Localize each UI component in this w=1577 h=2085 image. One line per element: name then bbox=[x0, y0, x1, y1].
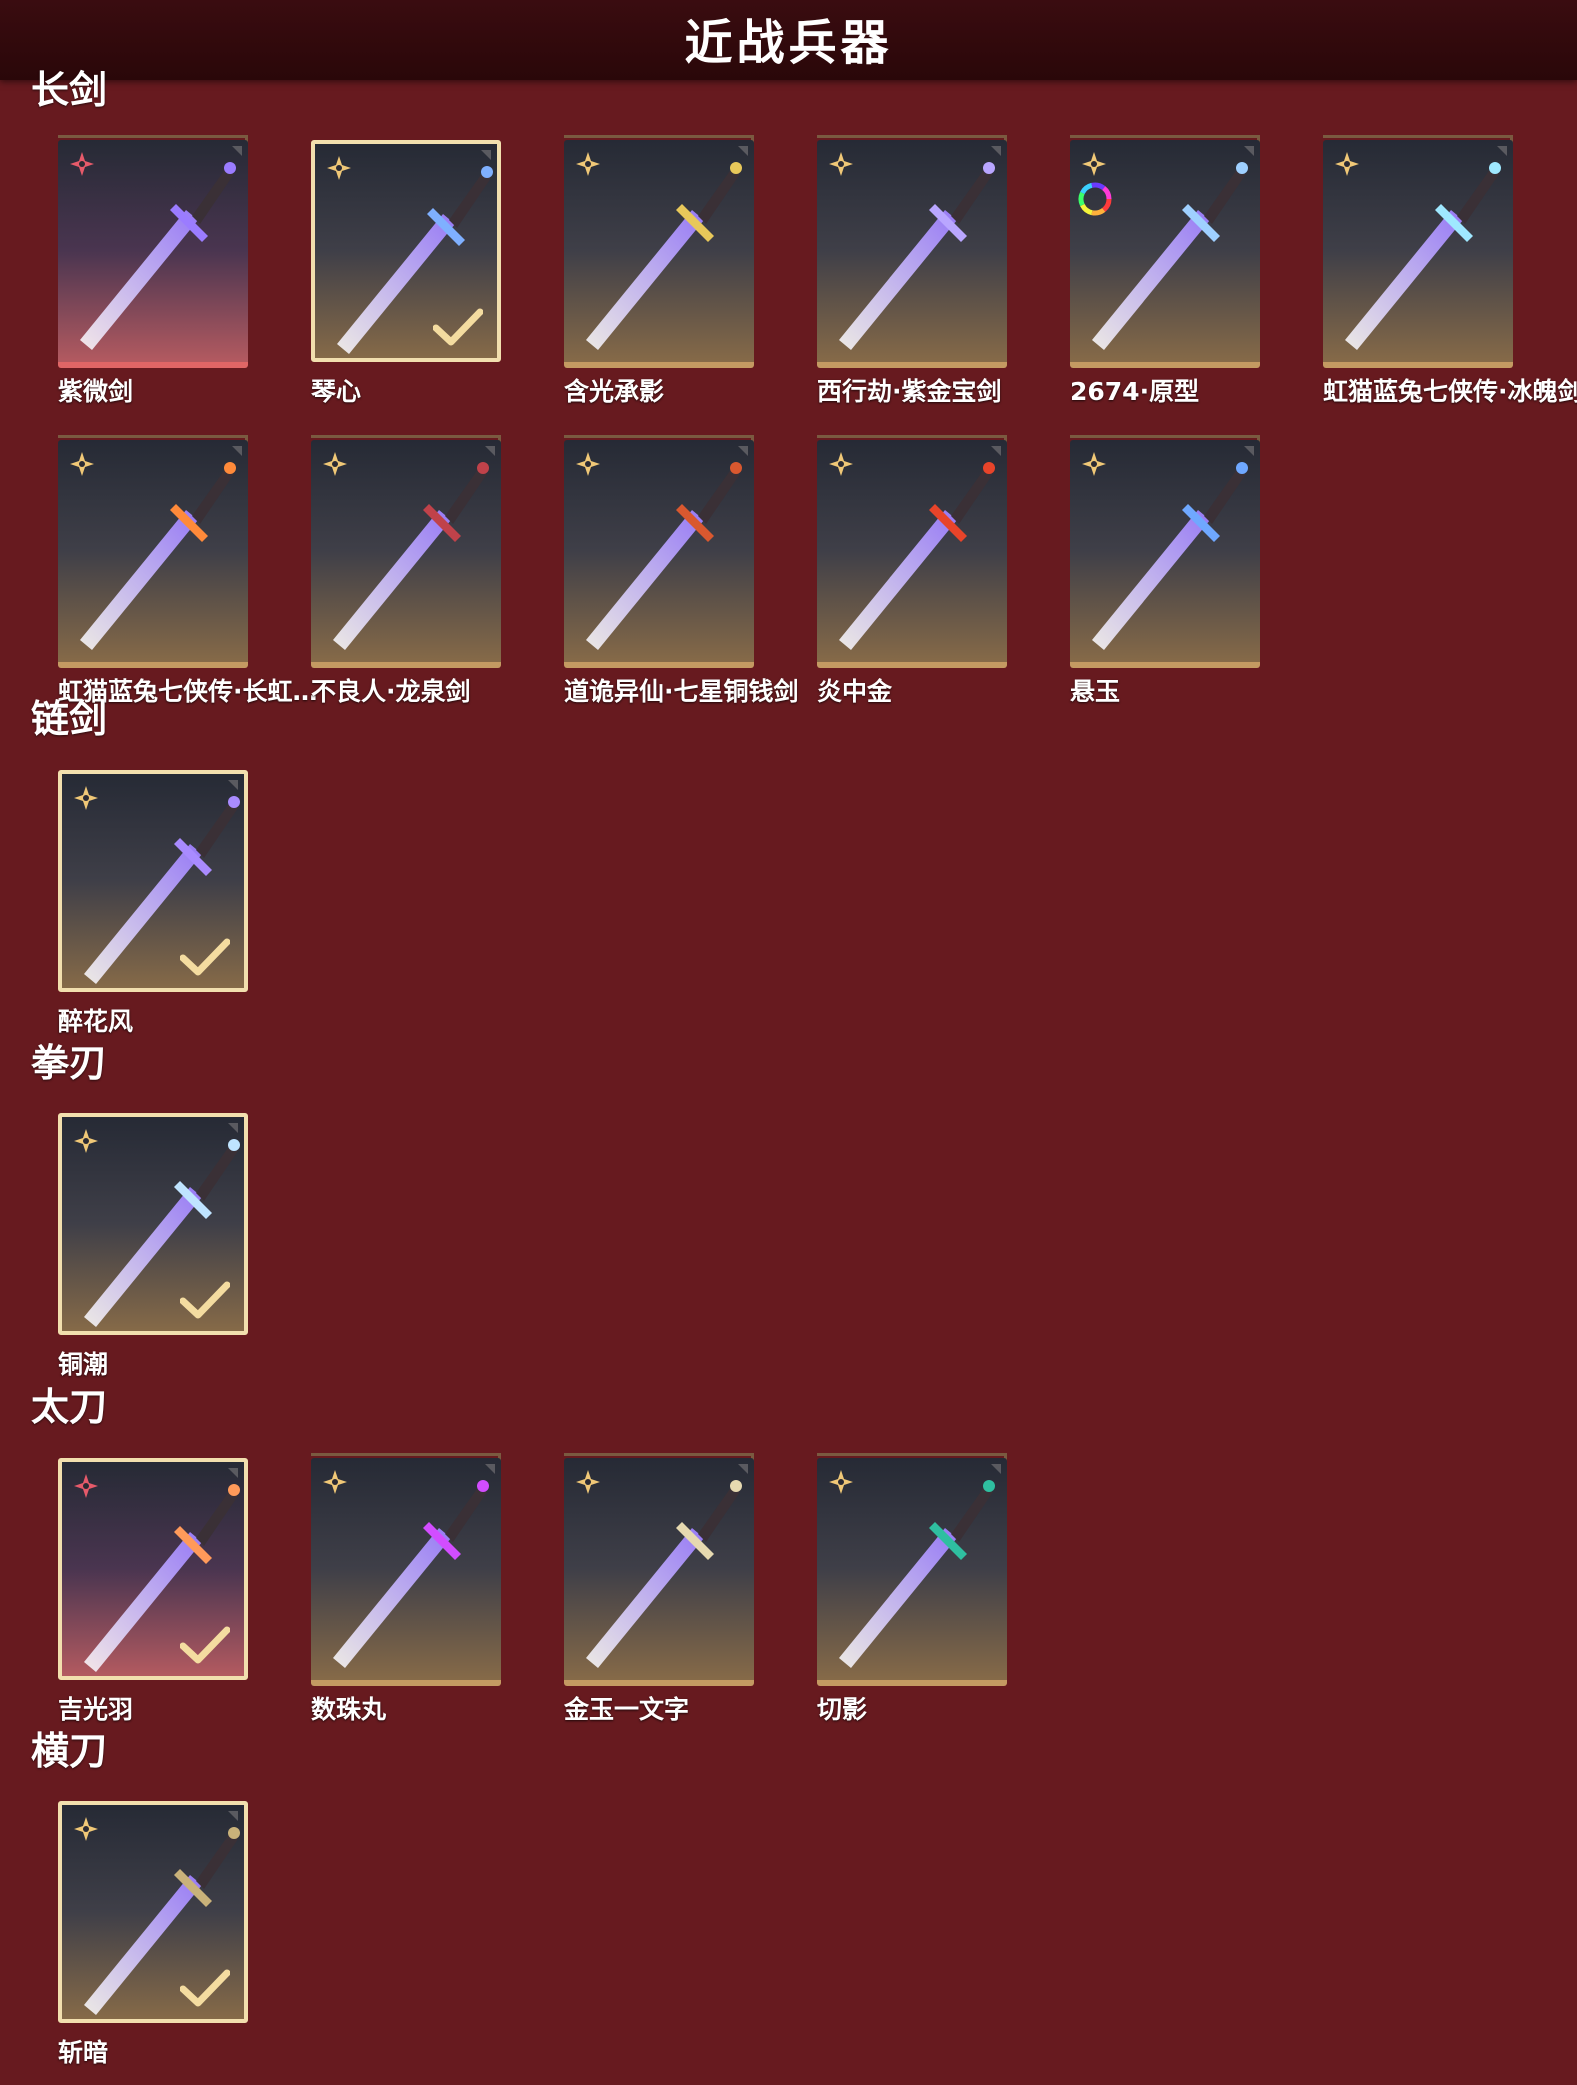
corner-marker-icon bbox=[228, 1811, 238, 1821]
gold-star-icon bbox=[72, 784, 100, 812]
corner-marker-icon bbox=[228, 1468, 238, 1478]
weapon-name: 含光承影 bbox=[564, 377, 665, 406]
weapon-name: 2674·原型 bbox=[1070, 377, 1200, 406]
weapon-name: 紫微剑 bbox=[58, 377, 134, 406]
section-title: 拳刃 bbox=[31, 1041, 108, 1085]
weapon-card[interactable]: 铜潮 bbox=[31, 1113, 248, 1379]
weapon-name: 虹猫蓝兔七侠传·冰魄剑 bbox=[1323, 377, 1577, 406]
weapon-thumbnail[interactable] bbox=[311, 440, 501, 668]
section-title: 链剑 bbox=[31, 697, 108, 741]
pink-star-icon bbox=[68, 150, 96, 178]
gold-star-icon bbox=[325, 154, 353, 182]
corner-marker-icon bbox=[991, 1464, 1001, 1474]
weapon-card[interactable]: 吉光羽 bbox=[31, 1458, 248, 1724]
equipped-check-icon bbox=[432, 308, 484, 346]
weapon-thumbnail[interactable] bbox=[58, 1458, 248, 1680]
weapon-name: 斩暗 bbox=[58, 2038, 109, 2067]
gold-star-icon bbox=[68, 450, 96, 478]
weapon-name: 数珠丸 bbox=[311, 1695, 387, 1724]
weapon-card[interactable]: 数珠丸 bbox=[284, 1453, 501, 1724]
gold-star-icon bbox=[827, 150, 855, 178]
weapon-card[interactable]: 金玉一文字 bbox=[537, 1453, 754, 1724]
section-title: 太刀 bbox=[31, 1385, 108, 1429]
weapon-thumbnail[interactable] bbox=[58, 440, 248, 668]
gold-star-icon bbox=[321, 450, 349, 478]
weapon-card[interactable]: 含光承影 bbox=[537, 135, 754, 406]
weapon-card[interactable]: 西行劫·紫金宝剑 bbox=[790, 135, 1007, 406]
weapon-thumbnail[interactable] bbox=[58, 140, 248, 368]
section-title: 长剑 bbox=[31, 68, 108, 112]
weapon-thumbnail[interactable] bbox=[58, 1801, 248, 2023]
weapon-thumbnail[interactable] bbox=[1070, 140, 1260, 368]
gold-star-icon bbox=[574, 1468, 602, 1496]
weapon-thumbnail[interactable] bbox=[564, 1458, 754, 1686]
pink-star-icon bbox=[72, 1472, 100, 1500]
weapon-name: 金玉一文字 bbox=[564, 1695, 690, 1724]
weapon-card[interactable]: 醉花风 bbox=[31, 770, 248, 1036]
weapon-card[interactable]: 琴心 bbox=[284, 140, 501, 406]
corner-marker-icon bbox=[232, 446, 242, 456]
equipped-check-icon bbox=[179, 1281, 231, 1319]
weapon-card[interactable]: 道诡异仙·七星铜钱剑 bbox=[537, 435, 799, 706]
weapon-card[interactable]: 切影 bbox=[790, 1453, 1007, 1724]
weapon-name: 切影 bbox=[817, 1695, 868, 1724]
corner-marker-icon bbox=[232, 146, 242, 156]
corner-marker-icon bbox=[228, 780, 238, 790]
weapon-thumbnail[interactable] bbox=[311, 140, 501, 362]
corner-marker-icon bbox=[485, 1464, 495, 1474]
weapon-thumbnail[interactable] bbox=[817, 140, 1007, 368]
weapon-thumbnail[interactable] bbox=[58, 770, 248, 992]
weapon-thumbnail[interactable] bbox=[1323, 140, 1513, 368]
equipped-check-icon bbox=[179, 938, 231, 976]
weapon-card[interactable]: 2674·原型 bbox=[1043, 135, 1260, 406]
corner-marker-icon bbox=[738, 446, 748, 456]
corner-marker-icon bbox=[738, 146, 748, 156]
gold-star-icon bbox=[1080, 150, 1108, 178]
weapon-name: 不良人·龙泉剑 bbox=[311, 677, 471, 706]
weapon-thumbnail[interactable] bbox=[564, 140, 754, 368]
weapon-name: 琴心 bbox=[311, 377, 362, 406]
weapon-card[interactable]: 悬玉 bbox=[1043, 435, 1260, 706]
weapon-thumbnail[interactable] bbox=[564, 440, 754, 668]
weapon-name: 道诡异仙·七星铜钱剑 bbox=[564, 677, 799, 706]
weapon-card[interactable]: 虹猫蓝兔七侠传·长虹… bbox=[31, 435, 318, 706]
color-wheel-icon[interactable] bbox=[1078, 182, 1112, 216]
weapon-thumbnail[interactable] bbox=[1070, 440, 1260, 668]
weapon-thumbnail[interactable] bbox=[311, 1458, 501, 1686]
weapon-card[interactable]: 虹猫蓝兔七侠传·冰魄剑 bbox=[1296, 135, 1577, 406]
gold-star-icon bbox=[574, 150, 602, 178]
equipped-check-icon bbox=[179, 1626, 231, 1664]
gold-star-icon bbox=[827, 450, 855, 478]
corner-marker-icon bbox=[738, 1464, 748, 1474]
corner-marker-icon bbox=[481, 150, 491, 160]
weapon-card[interactable]: 斩暗 bbox=[31, 1801, 248, 2067]
corner-marker-icon bbox=[991, 446, 1001, 456]
corner-marker-icon bbox=[228, 1123, 238, 1133]
weapon-name: 西行劫·紫金宝剑 bbox=[817, 377, 1002, 406]
corner-marker-icon bbox=[485, 446, 495, 456]
gold-star-icon bbox=[827, 1468, 855, 1496]
gold-star-icon bbox=[574, 450, 602, 478]
weapon-thumbnail[interactable] bbox=[58, 1113, 248, 1335]
weapon-thumbnail[interactable] bbox=[817, 440, 1007, 668]
gold-star-icon bbox=[72, 1815, 100, 1843]
gold-star-icon bbox=[1080, 450, 1108, 478]
gold-star-icon bbox=[1333, 150, 1361, 178]
equipped-check-icon bbox=[179, 1969, 231, 2007]
weapon-card[interactable]: 不良人·龙泉剑 bbox=[284, 435, 501, 706]
weapon-card[interactable]: 炎中金 bbox=[790, 435, 1007, 706]
gold-star-icon bbox=[321, 1468, 349, 1496]
corner-marker-icon bbox=[1244, 446, 1254, 456]
weapon-name: 炎中金 bbox=[817, 677, 893, 706]
section-title: 横刀 bbox=[31, 1729, 108, 1773]
corner-marker-icon bbox=[991, 146, 1001, 156]
weapon-card[interactable]: 紫微剑 bbox=[31, 135, 248, 406]
page-title: 近战兵器 bbox=[684, 15, 893, 71]
weapon-name: 悬玉 bbox=[1070, 677, 1121, 706]
corner-marker-icon bbox=[1244, 146, 1254, 156]
gold-star-icon bbox=[72, 1127, 100, 1155]
weapon-thumbnail[interactable] bbox=[817, 1458, 1007, 1686]
corner-marker-icon bbox=[1497, 146, 1507, 156]
